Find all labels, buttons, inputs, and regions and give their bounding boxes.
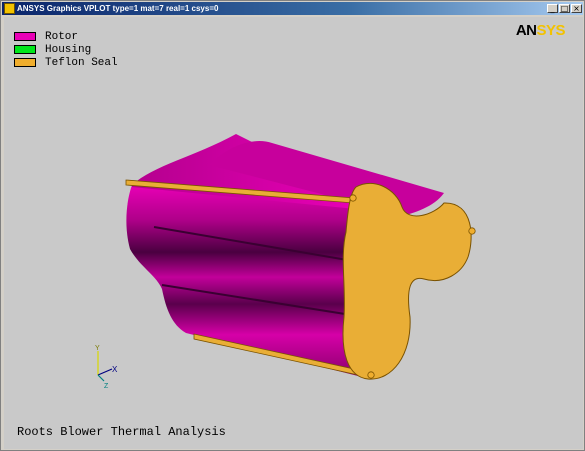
seal-node-right — [468, 227, 476, 235]
coordinate-triad: Y X Z — [95, 345, 118, 390]
ansys-logo: ANSYS — [515, 22, 566, 39]
triad-x-label: X — [112, 365, 118, 374]
model-scene[interactable]: Y X Z — [4, 17, 583, 449]
seal-node-top — [349, 194, 357, 202]
window-title: ANSYS Graphics VPLOT type=1 mat=7 real=1… — [17, 4, 219, 13]
maximize-button[interactable]: □ — [559, 4, 570, 13]
legend-label: Teflon Seal — [45, 57, 118, 69]
ansys-app-icon — [4, 3, 15, 14]
plot-title: Roots Blower Thermal Analysis — [17, 425, 226, 439]
close-button[interactable]: × — [571, 4, 582, 13]
graphics-viewport[interactable]: Y X Z Rotor Housing Teflon Seal ANSYS Ro… — [4, 17, 583, 449]
legend-label: Housing — [45, 44, 92, 56]
triad-z-label: Z — [104, 383, 109, 390]
title-bar[interactable]: ANSYS Graphics VPLOT type=1 mat=7 real=1… — [2, 2, 583, 15]
minimize-button[interactable]: _ — [547, 4, 558, 13]
logo-text-sys: SYS — [536, 22, 565, 39]
triad-y-label: Y — [95, 345, 100, 352]
ansys-graphics-window: ANSYS Graphics VPLOT type=1 mat=7 real=1… — [0, 0, 585, 451]
legend-swatch-teflon-seal — [14, 58, 36, 67]
seal-node-bottom — [367, 371, 375, 379]
logo-text-an: AN — [515, 22, 537, 39]
legend-swatch-rotor — [14, 32, 36, 41]
legend-swatch-housing — [14, 45, 36, 54]
legend-label: Rotor — [45, 31, 79, 43]
